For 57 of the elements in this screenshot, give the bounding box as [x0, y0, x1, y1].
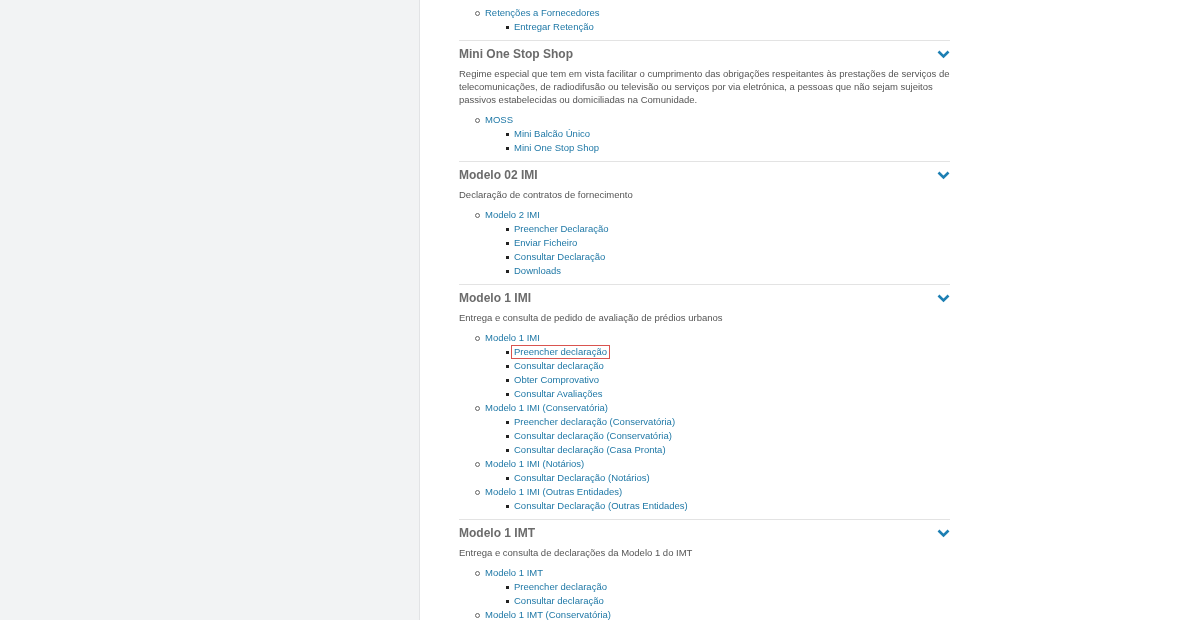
section-title: Modelo 1 IMI [459, 290, 531, 307]
group-link[interactable]: Modelo 1 IMT (Conservatória) [485, 607, 611, 620]
sub-link[interactable]: Mini One Stop Shop [511, 141, 603, 155]
square-bullet-icon [506, 364, 509, 368]
group-link[interactable]: MOSS [485, 112, 513, 128]
group-link[interactable]: Modelo 1 IMI (Notários) [485, 456, 585, 472]
square-bullet-icon [506, 241, 509, 245]
section-title: Modelo 1 IMT [459, 525, 535, 542]
square-bullet-icon [506, 132, 509, 136]
square-bullet-icon [506, 585, 509, 589]
sub-link[interactable]: Preencher declaração [511, 580, 610, 594]
square-bullet-icon [506, 269, 509, 273]
sub-link[interactable]: Enviar Ficheiro [511, 236, 581, 250]
section-description: Entrega e consulta de pedido de avaliação de prédios urbanos [459, 311, 724, 324]
square-bullet-icon [506, 255, 509, 259]
square-bullet-icon [506, 420, 509, 424]
square-bullet-icon [506, 25, 509, 29]
sub-link[interactable]: Preencher declaração (Conservatória) [511, 415, 679, 429]
sub-link[interactable]: Preencher declaração [511, 345, 610, 359]
sub-link[interactable]: Consultar Declaração (Outras Entidades) [511, 499, 691, 513]
section-description: Regime especial que tem em vista facilitar o cumprimento das obrigações respeitantes às prestações de serviços de telecomunicações, de radiodifusão ou televisão ou serviços por via eletrónica, a pessoas que não sejam sujeitos passivos estabelecidas ou domiciliadas na Comunidade. [459, 67, 950, 106]
square-bullet-icon [506, 146, 509, 150]
square-bullet-icon [506, 448, 509, 452]
sub-link[interactable]: Obter Comprovativo [511, 373, 602, 387]
square-bullet-icon [506, 378, 509, 382]
square-bullet-icon [506, 476, 509, 480]
group-link[interactable]: Modelo 1 IMT [485, 565, 544, 581]
chevron-down-icon[interactable] [937, 170, 950, 180]
group-link[interactable]: Modelo 1 IMI (Conservatória) [485, 400, 609, 416]
sub-link[interactable]: Consultar declaração (Casa Pronta) [511, 443, 669, 457]
sub-link[interactable]: Consultar declaração (Conservatória) [511, 429, 675, 443]
square-bullet-icon [506, 350, 509, 354]
group-link[interactable]: Modelo 2 IMI [485, 207, 540, 223]
sub-link[interactable]: Consultar declaração [511, 359, 607, 373]
group-link[interactable]: Retenções a Fornecedores [485, 5, 600, 21]
square-bullet-icon [506, 392, 509, 396]
sub-link[interactable]: Entregar Retenção [511, 20, 597, 34]
group-link[interactable]: Modelo 1 IMI [485, 330, 540, 346]
sub-link[interactable]: Consultar declaração [511, 594, 607, 608]
group-link[interactable]: Modelo 1 IMI (Outras Entidades) [485, 484, 623, 500]
sub-link[interactable]: Consultar Declaração (Notários) [511, 471, 653, 485]
square-bullet-icon [506, 504, 509, 508]
sub-link[interactable]: Consultar Avaliações [511, 387, 606, 401]
square-bullet-icon [506, 434, 509, 438]
sub-link[interactable]: Mini Balcão Único [511, 127, 594, 141]
square-bullet-icon [506, 227, 509, 231]
sub-link[interactable]: Preencher Declaração [511, 222, 612, 236]
chevron-down-icon[interactable] [937, 49, 950, 59]
section-description: Declaração de contratos de fornecimento [459, 188, 634, 201]
sub-link[interactable]: Downloads [511, 264, 564, 278]
sub-link[interactable]: Consultar Declaração [511, 250, 609, 264]
section-title: Modelo 02 IMI [459, 167, 538, 184]
square-bullet-icon [506, 599, 509, 603]
chevron-down-icon[interactable] [937, 528, 950, 538]
section-description: Entrega e consulta de declarações da Modelo 1 do IMT [459, 546, 694, 559]
chevron-down-icon[interactable] [937, 293, 950, 303]
section-title: Mini One Stop Shop [459, 46, 573, 63]
